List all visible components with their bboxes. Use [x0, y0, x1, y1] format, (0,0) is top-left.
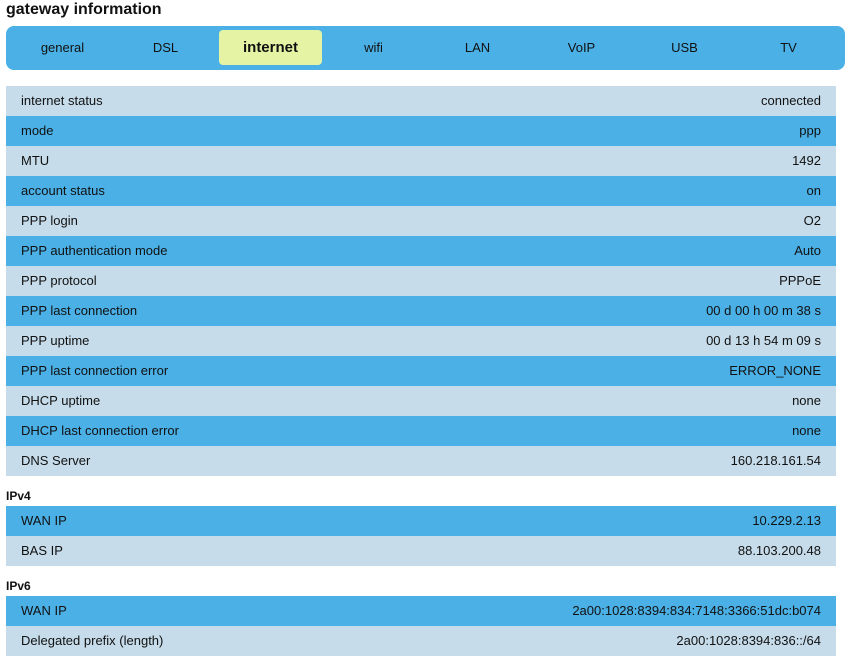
table-row: WAN IP 10.229.2.13	[6, 506, 836, 536]
row-value: 160.218.161.54	[730, 453, 821, 468]
row-label: internet status	[21, 93, 103, 108]
row-label: PPP last connection	[21, 303, 138, 318]
tab-voip[interactable]: VoIP	[530, 30, 633, 65]
row-value: 00 d 00 h 00 m 38 s	[706, 303, 821, 318]
table-row: BAS IP 88.103.200.48	[6, 536, 836, 566]
row-label: MTU	[21, 153, 50, 168]
row-value: 88.103.200.48	[737, 543, 821, 558]
table-row: PPP last connection error ERROR_NONE	[6, 356, 836, 386]
table-row: PPP login O2	[6, 206, 836, 236]
tab-wifi[interactable]: wifi	[322, 30, 425, 65]
table-row: PPP authentication mode Auto	[6, 236, 836, 266]
table-row: PPP last connection 00 d 00 h 00 m 38 s	[6, 296, 836, 326]
ipv6-heading: IPv6	[6, 579, 31, 593]
table-row: Delegated prefix (length) 2a00:1028:8394…	[6, 626, 836, 656]
tab-lan[interactable]: LAN	[426, 30, 529, 65]
row-value: connected	[761, 93, 821, 108]
row-value: none	[792, 393, 821, 408]
gateway-info-page: gateway information general DSL internet…	[0, 0, 845, 663]
table-row: MTU 1492	[6, 146, 836, 176]
row-label: account status	[21, 183, 105, 198]
table-row: PPP uptime 00 d 13 h 54 m 09 s	[6, 326, 836, 356]
row-label: WAN IP	[21, 513, 67, 528]
row-value: O2	[803, 213, 821, 228]
row-value: 2a00:1028:8394:834:7148:3366:51dc:b074	[572, 603, 821, 618]
table-row: DHCP uptime none	[6, 386, 836, 416]
page-title: gateway information	[6, 1, 162, 18]
table-row: mode ppp	[6, 116, 836, 146]
row-label: PPP uptime	[21, 333, 90, 348]
row-value: none	[792, 423, 821, 438]
tab-tv[interactable]: TV	[737, 30, 840, 65]
row-value: 1492	[792, 153, 821, 168]
table-row: WAN IP 2a00:1028:8394:834:7148:3366:51dc…	[6, 596, 836, 626]
table-row: account status on	[6, 176, 836, 206]
row-label: PPP protocol	[21, 273, 97, 288]
tab-bar: general DSL internet wifi LAN VoIP USB T…	[6, 26, 845, 70]
tab-dsl[interactable]: DSL	[114, 30, 217, 65]
row-value: Auto	[794, 243, 821, 258]
tab-general[interactable]: general	[11, 30, 114, 65]
row-label: PPP login	[21, 213, 78, 228]
row-label: PPP authentication mode	[21, 243, 168, 258]
row-label: DHCP last connection error	[21, 423, 179, 438]
row-value: ppp	[799, 123, 821, 138]
row-value: 00 d 13 h 54 m 09 s	[706, 333, 821, 348]
table-row: PPP protocol PPPoE	[6, 266, 836, 296]
table-row: DNS Server 160.218.161.54	[6, 446, 836, 476]
internet-info-table: internet status connected mode ppp MTU 1…	[6, 86, 836, 476]
table-row: internet status connected	[6, 86, 836, 116]
row-value: 10.229.2.13	[752, 513, 821, 528]
row-label: WAN IP	[21, 603, 67, 618]
ipv6-table: WAN IP 2a00:1028:8394:834:7148:3366:51dc…	[6, 596, 836, 656]
tab-internet[interactable]: internet	[219, 30, 322, 65]
ipv4-table: WAN IP 10.229.2.13 BAS IP 88.103.200.48	[6, 506, 836, 566]
row-label: Delegated prefix (length)	[21, 633, 164, 648]
tab-usb[interactable]: USB	[633, 30, 736, 65]
row-label: DHCP uptime	[21, 393, 101, 408]
row-label: mode	[21, 123, 54, 138]
table-row: DHCP last connection error none	[6, 416, 836, 446]
row-value: PPPoE	[779, 273, 821, 288]
row-value: ERROR_NONE	[729, 363, 821, 378]
row-label: PPP last connection error	[21, 363, 169, 378]
row-value: on	[806, 183, 821, 198]
row-label: BAS IP	[21, 543, 63, 558]
ipv4-heading: IPv4	[6, 489, 31, 503]
row-label: DNS Server	[21, 453, 91, 468]
row-value: 2a00:1028:8394:836::/64	[676, 633, 821, 648]
